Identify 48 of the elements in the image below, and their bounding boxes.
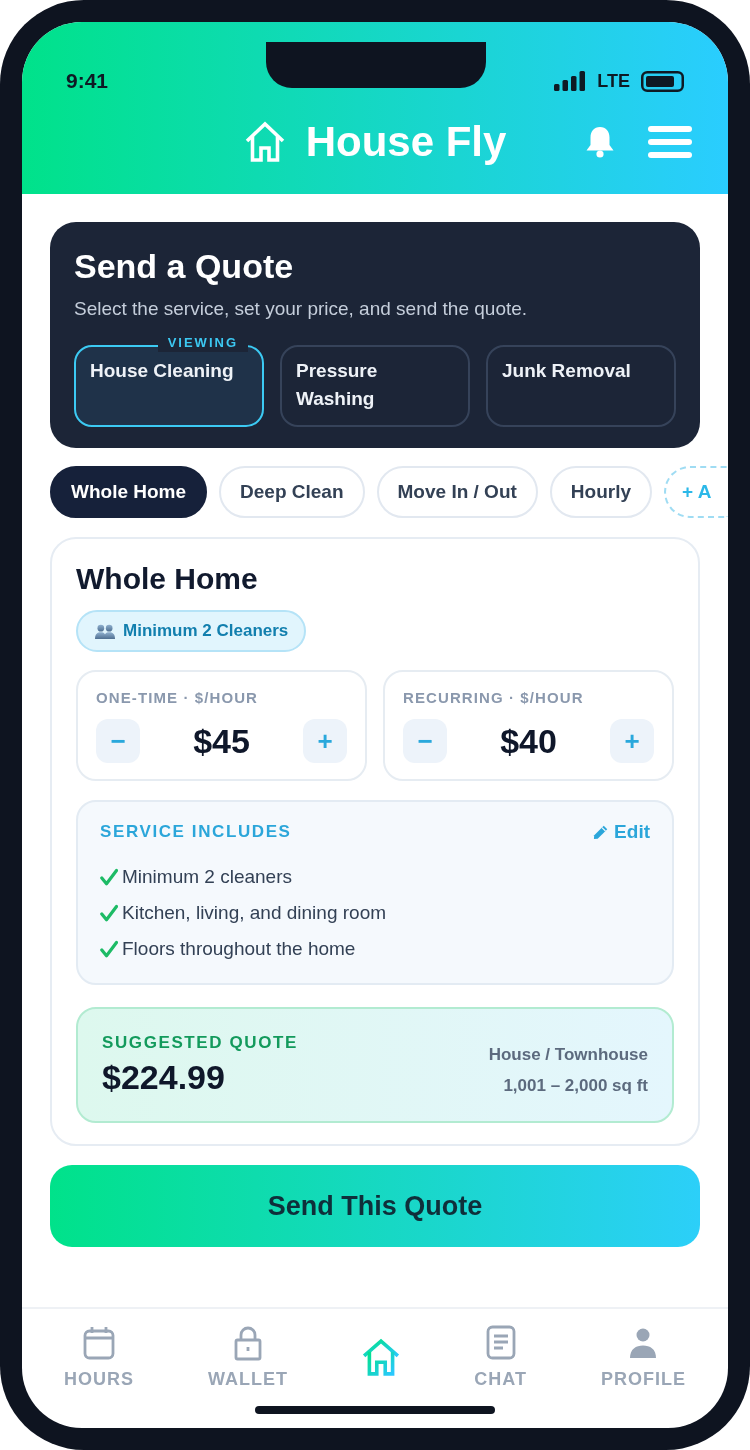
house-icon	[362, 1338, 401, 1376]
price-value: $40	[500, 721, 557, 761]
package-chip[interactable]: Deep Clean	[219, 466, 365, 518]
package-title: Whole Home	[76, 561, 259, 597]
panel-title: Send a Quote	[74, 246, 295, 286]
house-icon	[243, 121, 286, 163]
check-icon	[100, 940, 118, 958]
increase-button[interactable]: +	[610, 719, 654, 763]
send-quote-button[interactable]: Send This Quote	[50, 1165, 700, 1247]
battery-icon	[641, 70, 684, 92]
service-tile[interactable]: Pressure Washing	[280, 345, 470, 427]
include-item: Minimum 2 cleaners	[122, 866, 292, 888]
price-value: $45	[193, 721, 250, 761]
app-title: House Fly	[305, 117, 507, 167]
signal-icon	[554, 71, 587, 91]
package-chip[interactable]: Whole Home	[50, 466, 208, 518]
suggested-amount: $224.99	[102, 1058, 226, 1096]
increase-button[interactable]: +	[303, 719, 347, 763]
check-icon	[100, 904, 118, 922]
calendar-icon	[81, 1325, 117, 1361]
add-package-chip[interactable]: + A	[664, 466, 728, 518]
size-range: 1,001 – 2,000 sq ft	[503, 1075, 648, 1097]
decrease-button[interactable]: −	[403, 719, 447, 763]
decrease-button[interactable]: −	[96, 719, 140, 763]
check-icon	[100, 868, 118, 886]
status-time: 9:41	[66, 69, 109, 93]
package-chip[interactable]: Hourly	[549, 466, 652, 518]
nav-item[interactable]: WALLET	[208, 1325, 289, 1389]
include-item: Kitchen, living, and dining room	[122, 902, 387, 924]
nav-item[interactable]: PROFILE	[601, 1325, 686, 1389]
service-tile[interactable]: Junk Removal	[486, 345, 676, 427]
nav-item[interactable]: HOURS	[64, 1325, 134, 1389]
menu-icon[interactable]	[648, 125, 692, 159]
people-icon	[95, 623, 115, 639]
price-label: RECURRING · $/HOUR	[403, 688, 585, 708]
package-chip[interactable]: Move In / Out	[376, 466, 538, 518]
suggested-label: SUGGESTED QUOTE	[102, 1032, 298, 1054]
nav-item[interactable]: CHAT	[474, 1325, 527, 1389]
network-label: LTE	[597, 70, 630, 92]
edit-link[interactable]: Edit	[593, 821, 650, 843]
includes-title: SERVICE INCLUDES	[100, 822, 292, 842]
panel-subtitle: Select the service, set your price, and send the quote.	[74, 297, 529, 321]
price-label: ONE-TIME · $/HOUR	[96, 688, 260, 708]
pill-label: Minimum 2 Cleaners	[123, 621, 289, 641]
property-type: House / Townhouse	[488, 1044, 648, 1066]
pencil-icon	[593, 824, 609, 840]
include-item: Floors throughout the home	[122, 938, 356, 960]
bell-icon[interactable]	[584, 125, 616, 159]
